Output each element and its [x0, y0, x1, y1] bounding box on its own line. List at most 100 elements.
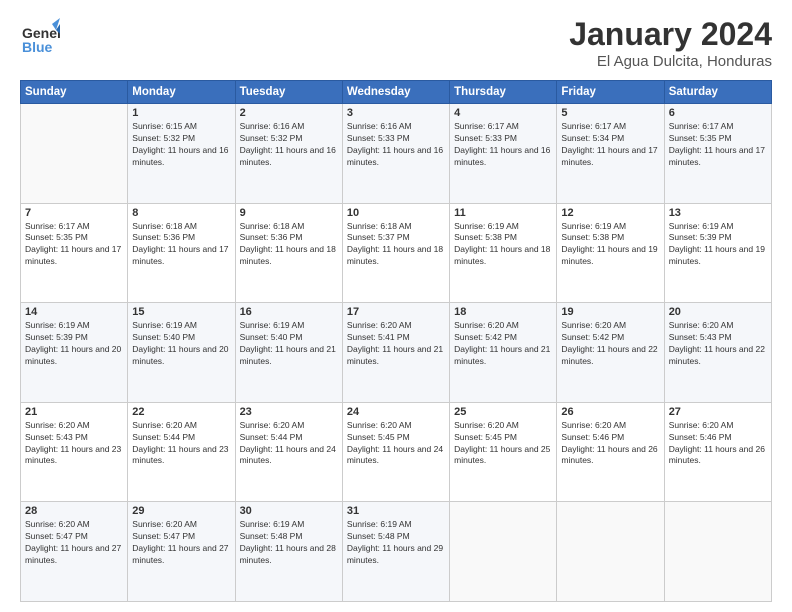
day-number: 24	[347, 406, 445, 418]
day-info: Sunrise: 6:20 AM Sunset: 5:46 PM Dayligh…	[669, 420, 767, 468]
table-cell: 9Sunrise: 6:18 AM Sunset: 5:36 PM Daylig…	[235, 203, 342, 303]
table-cell: 30 Sunrise: 6:19 AM Sunset: 5:48 PM Dayli…	[235, 502, 342, 602]
table-cell: 7 Sunrise: 6:17 AM Sunset: 5:35 PM Daylig…	[21, 203, 128, 303]
day-info: Sunrise: 6:19 AM Sunset: 5:48 PM Dayligh…	[347, 519, 445, 567]
day-info: Sunrise: 6:18 AM Sunset: 5:36 PM Dayligh…	[132, 221, 230, 269]
header-wednesday: Wednesday	[342, 81, 449, 104]
logo-icon: General Blue	[20, 16, 60, 61]
table-row: 14 Sunrise: 6:19 AM Sunset: 5:39 PM Dayli…	[21, 303, 772, 403]
day-number: 7	[25, 207, 123, 219]
table-row: 21 Sunrise: 6:20 AM Sunset: 5:43 PM Dayli…	[21, 402, 772, 502]
table-cell: 13Sunrise: 6:19 AM Sunset: 5:39 PM Dayli…	[664, 203, 771, 303]
day-number: 6	[669, 107, 767, 119]
day-number: 17	[347, 306, 445, 318]
table-cell: 26 Sunrise: 6:20 AM Sunset: 5:46 PM Dayli…	[557, 402, 664, 502]
table-cell: 28 Sunrise: 6:20 AM Sunset: 5:47 PM Dayli…	[21, 502, 128, 602]
day-number: 11	[454, 207, 552, 219]
table-cell: 24 Sunrise: 6:20 AM Sunset: 5:45 PM Dayli…	[342, 402, 449, 502]
day-info: Sunrise: 6:16 AM Sunset: 5:32 PM Dayligh…	[240, 121, 338, 169]
title-section: January 2024 El Agua Dulcita, Honduras	[569, 16, 772, 70]
table-cell: 17Sunrise: 6:20 AM Sunset: 5:41 PM Dayli…	[342, 303, 449, 403]
day-info: Sunrise: 6:17 AM Sunset: 5:34 PM Dayligh…	[561, 121, 659, 169]
day-info: Sunrise: 6:20 AM Sunset: 5:42 PM Dayligh…	[454, 320, 552, 368]
table-cell: 6 Sunrise: 6:17 AM Sunset: 5:35 PM Daylig…	[664, 104, 771, 204]
day-info: Sunrise: 6:19 AM Sunset: 5:38 PM Dayligh…	[561, 221, 659, 269]
day-info: Sunrise: 6:20 AM Sunset: 5:42 PM Dayligh…	[561, 320, 659, 368]
table-row: 7 Sunrise: 6:17 AM Sunset: 5:35 PM Daylig…	[21, 203, 772, 303]
day-number: 26	[561, 406, 659, 418]
table-cell: 27Sunrise: 6:20 AM Sunset: 5:46 PM Dayli…	[664, 402, 771, 502]
day-number: 19	[561, 306, 659, 318]
table-cell: 15 Sunrise: 6:19 AM Sunset: 5:40 PM Dayli…	[128, 303, 235, 403]
table-cell: 5Sunrise: 6:17 AM Sunset: 5:34 PM Daylig…	[557, 104, 664, 204]
day-info: Sunrise: 6:20 AM Sunset: 5:44 PM Dayligh…	[132, 420, 230, 468]
day-info: Sunrise: 6:19 AM Sunset: 5:40 PM Dayligh…	[132, 320, 230, 368]
table-cell: 29 Sunrise: 6:20 AM Sunset: 5:47 PM Dayli…	[128, 502, 235, 602]
day-info: Sunrise: 6:20 AM Sunset: 5:45 PM Dayligh…	[347, 420, 445, 468]
table-cell	[664, 502, 771, 602]
day-info: Sunrise: 6:17 AM Sunset: 5:33 PM Dayligh…	[454, 121, 552, 169]
day-number: 10	[347, 207, 445, 219]
day-number: 13	[669, 207, 767, 219]
day-number: 16	[240, 306, 338, 318]
day-number: 28	[25, 505, 123, 517]
day-number: 18	[454, 306, 552, 318]
day-number: 15	[132, 306, 230, 318]
day-number: 23	[240, 406, 338, 418]
table-cell: 12 Sunrise: 6:19 AM Sunset: 5:38 PM Dayli…	[557, 203, 664, 303]
table-cell: 11 Sunrise: 6:19 AM Sunset: 5:38 PM Dayli…	[450, 203, 557, 303]
header-thursday: Thursday	[450, 81, 557, 104]
header-monday: Monday	[128, 81, 235, 104]
table-cell	[21, 104, 128, 204]
day-info: Sunrise: 6:15 AM Sunset: 5:32 PM Dayligh…	[132, 121, 230, 169]
day-number: 14	[25, 306, 123, 318]
day-info: Sunrise: 6:17 AM Sunset: 5:35 PM Dayligh…	[669, 121, 767, 169]
header: General Blue January 2024 El Agua Dulcit…	[20, 16, 772, 70]
day-info: Sunrise: 6:17 AM Sunset: 5:35 PM Dayligh…	[25, 221, 123, 269]
calendar-subtitle: El Agua Dulcita, Honduras	[569, 53, 772, 70]
day-info: Sunrise: 6:20 AM Sunset: 5:47 PM Dayligh…	[25, 519, 123, 567]
table-cell: 8Sunrise: 6:18 AM Sunset: 5:36 PM Daylig…	[128, 203, 235, 303]
table-cell: 21 Sunrise: 6:20 AM Sunset: 5:43 PM Dayli…	[21, 402, 128, 502]
day-info: Sunrise: 6:20 AM Sunset: 5:47 PM Dayligh…	[132, 519, 230, 567]
day-number: 1	[132, 107, 230, 119]
svg-text:Blue: Blue	[22, 39, 53, 55]
table-cell: 1 Sunrise: 6:15 AM Sunset: 5:32 PM Daylig…	[128, 104, 235, 204]
day-info: Sunrise: 6:16 AM Sunset: 5:33 PM Dayligh…	[347, 121, 445, 169]
table-cell: 14 Sunrise: 6:19 AM Sunset: 5:39 PM Dayli…	[21, 303, 128, 403]
day-info: Sunrise: 6:19 AM Sunset: 5:48 PM Dayligh…	[240, 519, 338, 567]
table-cell: 20Sunrise: 6:20 AM Sunset: 5:43 PM Dayli…	[664, 303, 771, 403]
day-info: Sunrise: 6:20 AM Sunset: 5:46 PM Dayligh…	[561, 420, 659, 468]
header-friday: Friday	[557, 81, 664, 104]
day-info: Sunrise: 6:20 AM Sunset: 5:43 PM Dayligh…	[25, 420, 123, 468]
day-number: 2	[240, 107, 338, 119]
table-cell: 31Sunrise: 6:19 AM Sunset: 5:48 PM Dayli…	[342, 502, 449, 602]
day-number: 25	[454, 406, 552, 418]
day-number: 22	[132, 406, 230, 418]
table-cell: 2 Sunrise: 6:16 AM Sunset: 5:32 PM Daylig…	[235, 104, 342, 204]
table-cell: 22 Sunrise: 6:20 AM Sunset: 5:44 PM Dayli…	[128, 402, 235, 502]
table-row: 28 Sunrise: 6:20 AM Sunset: 5:47 PM Dayli…	[21, 502, 772, 602]
day-number: 12	[561, 207, 659, 219]
day-number: 21	[25, 406, 123, 418]
header-row: Sunday Monday Tuesday Wednesday Thursday…	[21, 81, 772, 104]
day-info: Sunrise: 6:20 AM Sunset: 5:44 PM Dayligh…	[240, 420, 338, 468]
logo: General Blue	[20, 16, 60, 61]
day-info: Sunrise: 6:19 AM Sunset: 5:39 PM Dayligh…	[25, 320, 123, 368]
table-cell: 18 Sunrise: 6:20 AM Sunset: 5:42 PM Dayli…	[450, 303, 557, 403]
day-number: 30	[240, 505, 338, 517]
page: General Blue January 2024 El Agua Dulcit…	[0, 0, 792, 612]
table-cell: 25Sunrise: 6:20 AM Sunset: 5:45 PM Dayli…	[450, 402, 557, 502]
day-info: Sunrise: 6:19 AM Sunset: 5:40 PM Dayligh…	[240, 320, 338, 368]
day-number: 29	[132, 505, 230, 517]
day-info: Sunrise: 6:18 AM Sunset: 5:36 PM Dayligh…	[240, 221, 338, 269]
day-info: Sunrise: 6:19 AM Sunset: 5:38 PM Dayligh…	[454, 221, 552, 269]
table-cell	[450, 502, 557, 602]
table-cell: 4Sunrise: 6:17 AM Sunset: 5:33 PM Daylig…	[450, 104, 557, 204]
day-number: 3	[347, 107, 445, 119]
header-saturday: Saturday	[664, 81, 771, 104]
header-sunday: Sunday	[21, 81, 128, 104]
day-info: Sunrise: 6:18 AM Sunset: 5:37 PM Dayligh…	[347, 221, 445, 269]
table-cell: 16 Sunrise: 6:19 AM Sunset: 5:40 PM Dayli…	[235, 303, 342, 403]
header-tuesday: Tuesday	[235, 81, 342, 104]
